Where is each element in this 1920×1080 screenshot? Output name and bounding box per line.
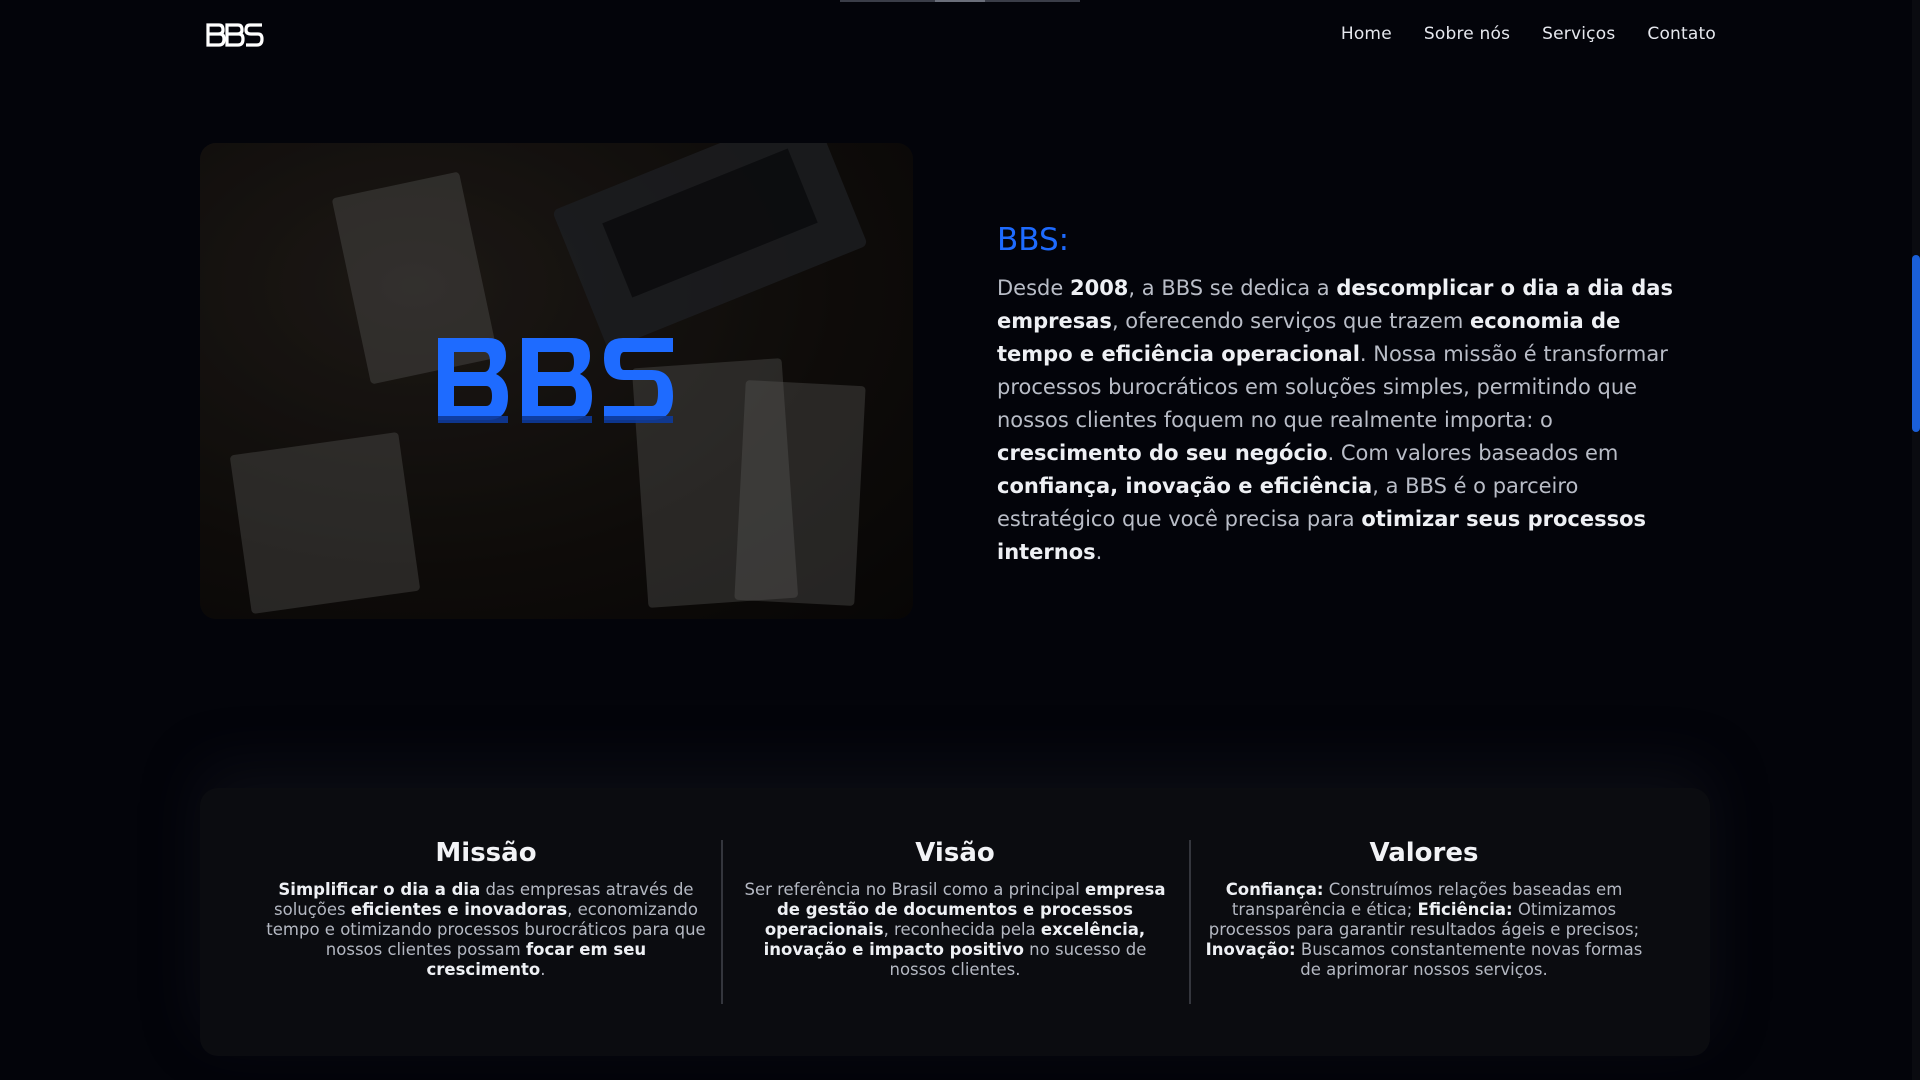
card-title: Valores <box>1369 838 1479 868</box>
card-title: Visão <box>915 838 995 868</box>
card-title: Missão <box>435 838 537 868</box>
card-valores: Valores Confiança: Construímos relações … <box>1204 838 1644 980</box>
hero-image <box>200 143 913 619</box>
site-header: Home Sobre nós Serviços Contato <box>0 0 1920 70</box>
card-text: Ser referência no Brasil como a principa… <box>744 880 1166 979</box>
page-scrollbar[interactable] <box>1912 0 1920 1080</box>
about-paragraph: Desde 2008, a BBS se dedica a descomplic… <box>997 276 1673 564</box>
card-missao: Missão Simplificar o dia a dia das empre… <box>266 838 706 980</box>
divider <box>1189 840 1191 1004</box>
divider <box>721 840 723 1004</box>
scrollbar-thumb[interactable] <box>1912 255 1920 432</box>
hero-bbs-logo <box>438 338 673 423</box>
nav-sobre-nos[interactable]: Sobre nós <box>1424 24 1510 44</box>
main-nav: Home Sobre nós Serviços Contato <box>1341 24 1716 44</box>
about-section: BBS: Desde 2008, a BBS se dedica a desco… <box>997 222 1702 569</box>
card-text: Confiança: Construímos relações baseadas… <box>1205 880 1643 979</box>
nav-contato[interactable]: Contato <box>1647 24 1716 44</box>
card-visao: Visão Ser referência no Brasil como a pr… <box>735 838 1175 980</box>
nav-home[interactable]: Home <box>1341 24 1392 44</box>
about-title: BBS: <box>997 222 1070 258</box>
bbs-logo[interactable] <box>205 22 265 48</box>
card-text: Simplificar o dia a dia das empresas atr… <box>266 880 706 979</box>
mission-vision-values: Missão Simplificar o dia a dia das empre… <box>200 788 1710 1056</box>
nav-servicos[interactable]: Serviços <box>1542 24 1615 44</box>
